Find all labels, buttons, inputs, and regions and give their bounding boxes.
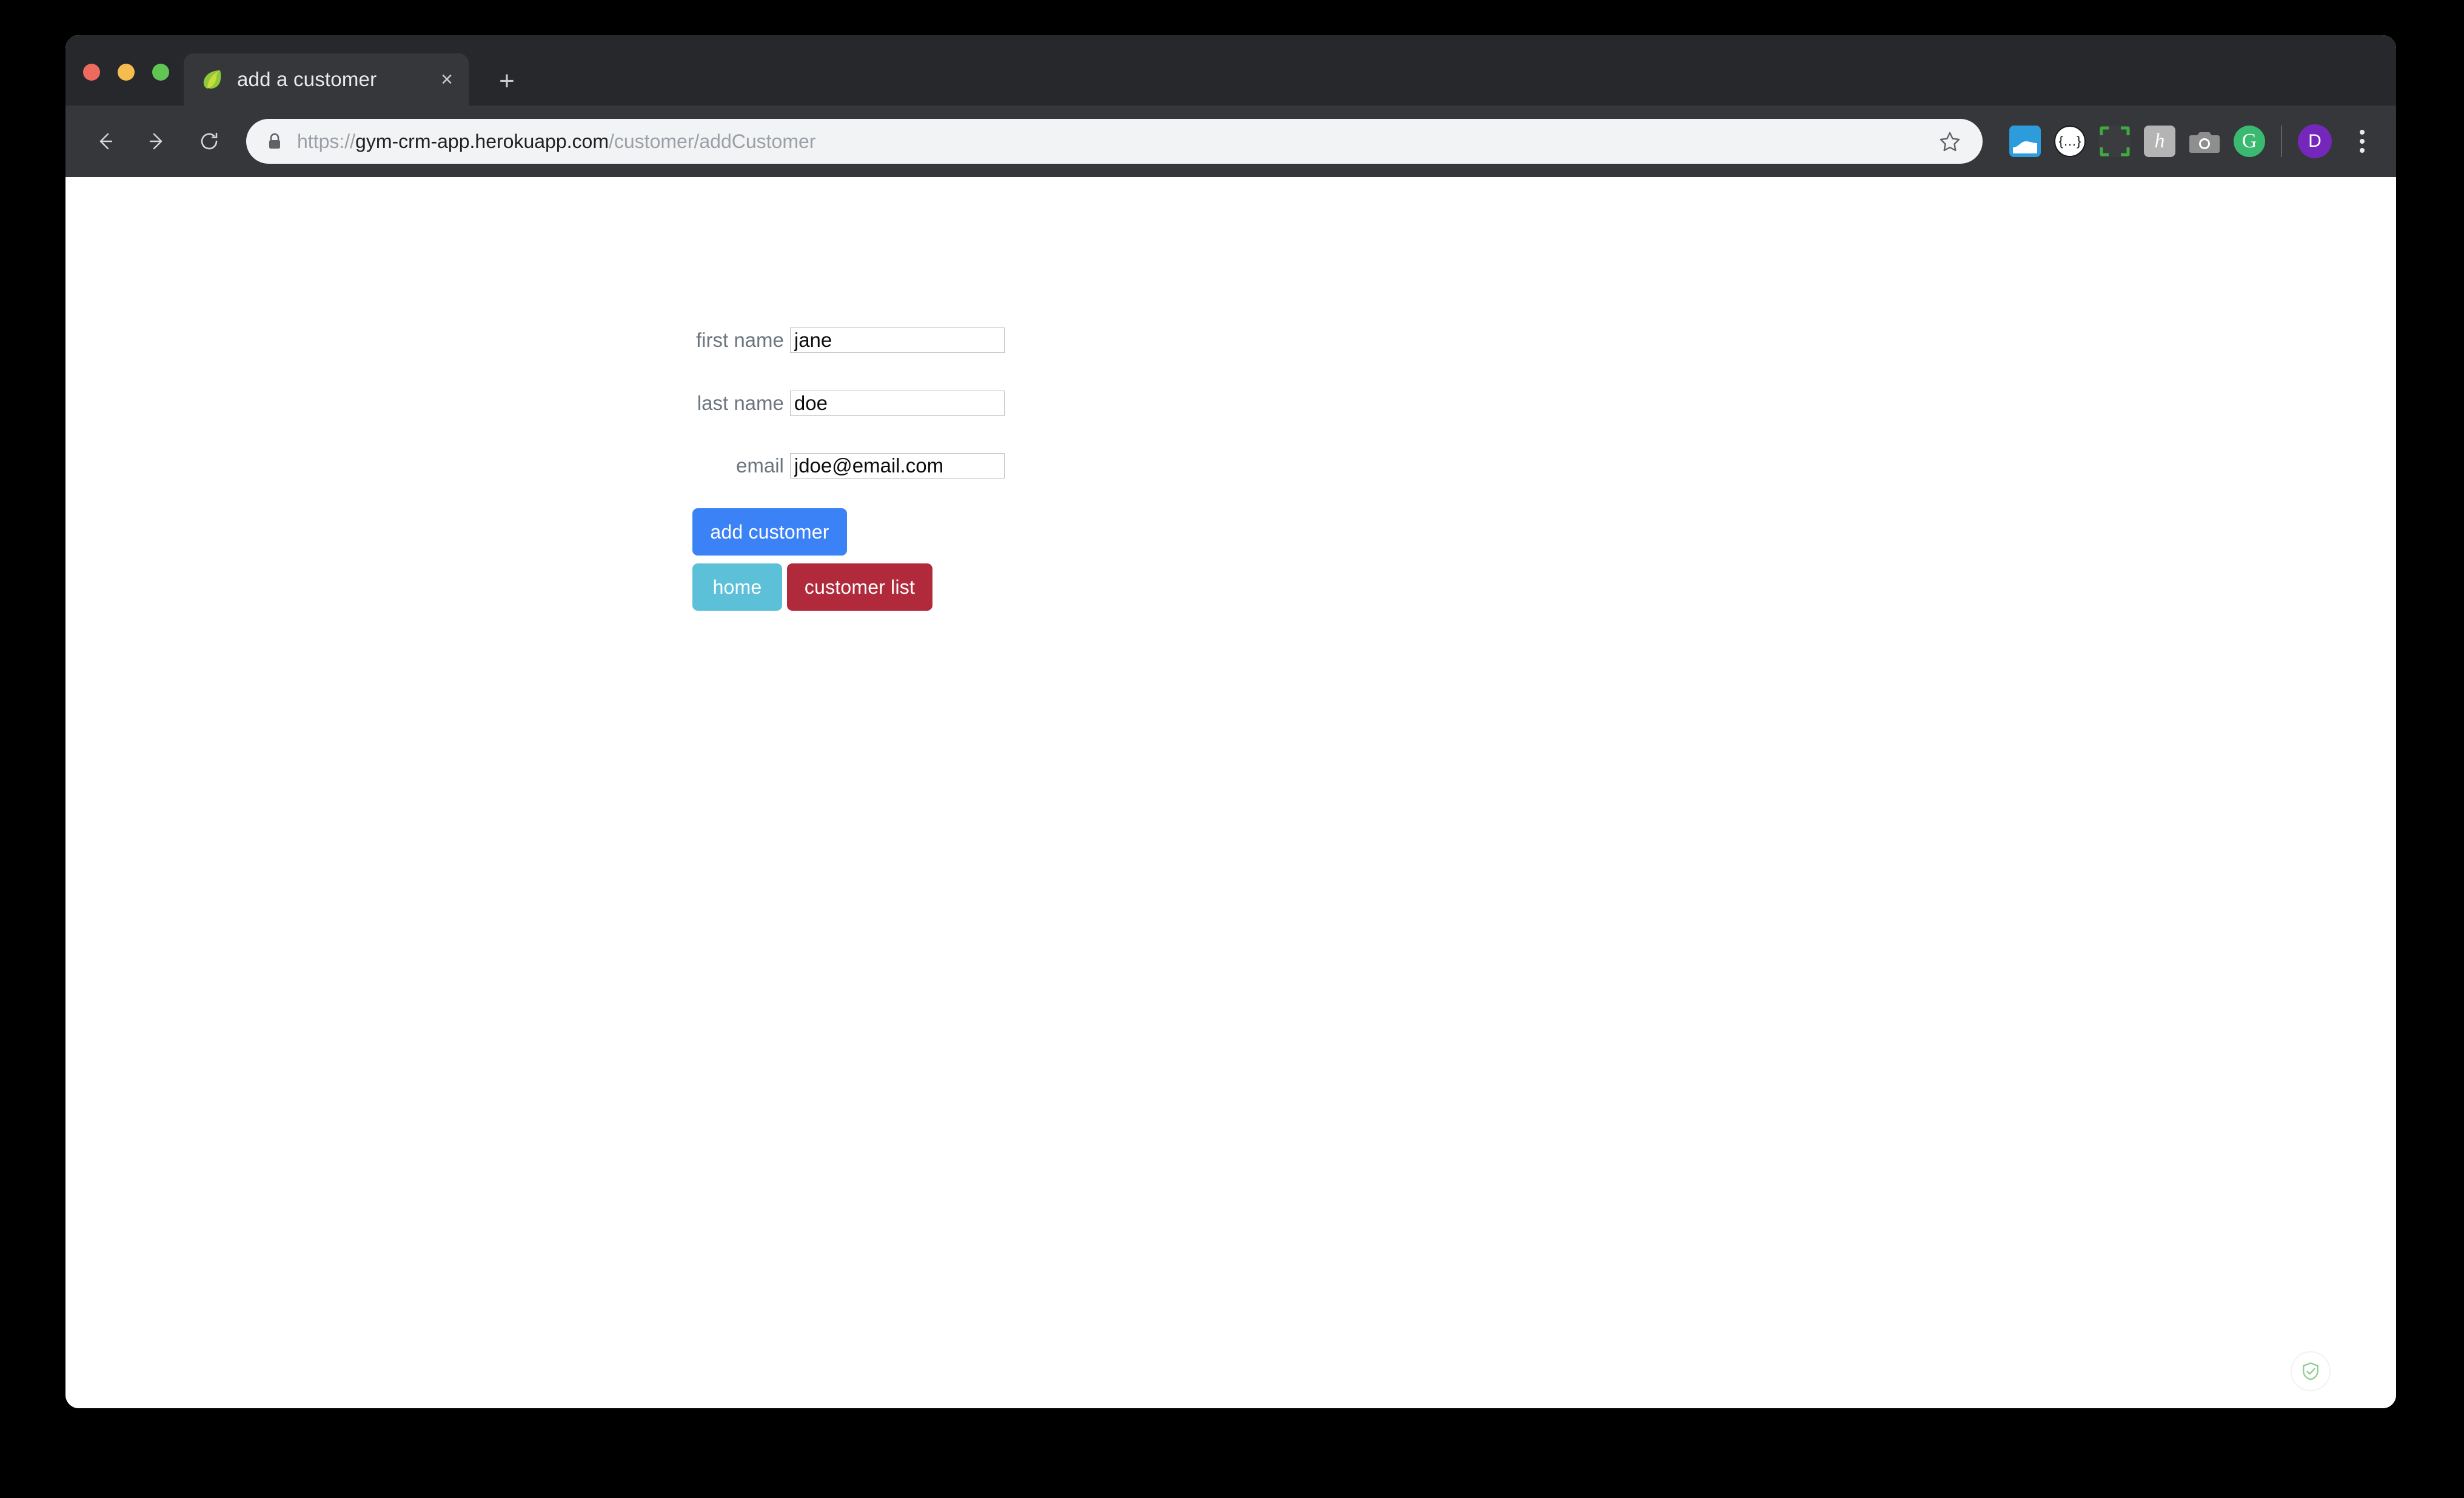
email-input[interactable] <box>789 453 1005 479</box>
first-name-row: first name <box>690 327 1005 353</box>
extension-grammarly-icon[interactable]: G <box>2234 126 2265 157</box>
tab-title: add a customer <box>237 68 377 90</box>
window-traffic-lights <box>83 64 169 81</box>
extension-screen-capture-icon[interactable] <box>2099 126 2131 157</box>
address-bar[interactable]: https://gym-crm-app.herokuapp.com/custom… <box>246 119 1983 164</box>
browser-toolbar: https://gym-crm-app.herokuapp.com/custom… <box>65 106 2396 177</box>
last-name-row: last name <box>690 391 1005 416</box>
three-dot-menu-icon[interactable] <box>2345 124 2379 158</box>
back-icon[interactable] <box>84 120 126 163</box>
home-button[interactable]: home <box>692 563 782 611</box>
url-text: https://gym-crm-app.herokuapp.com/custom… <box>297 130 816 152</box>
last-name-input[interactable] <box>789 391 1005 416</box>
customer-list-button[interactable]: customer list <box>787 563 932 611</box>
extension-camera-icon[interactable] <box>2189 126 2220 157</box>
reload-icon[interactable] <box>188 120 230 163</box>
window-minimize-button[interactable] <box>118 64 135 81</box>
extension-json-viewer-icon[interactable]: {…} <box>2054 126 2086 157</box>
extension-honey-icon[interactable]: h <box>2144 126 2175 157</box>
email-label: email <box>736 454 784 477</box>
tab-strip: add a customer × + <box>65 35 2396 106</box>
page-viewport: first name last name email add customer … <box>65 177 2396 1408</box>
extension-honey-label: h <box>2154 130 2165 152</box>
first-name-label: first name <box>696 329 784 351</box>
add-customer-button[interactable]: add customer <box>692 508 847 556</box>
email-row: email <box>690 453 1005 479</box>
extension-icons: {…} h G D <box>1996 124 2379 158</box>
tab-close-icon[interactable]: × <box>430 62 464 96</box>
first-name-input[interactable] <box>789 327 1005 353</box>
spring-leaf-icon <box>199 67 224 92</box>
forward-icon[interactable] <box>136 120 178 163</box>
profile-avatar[interactable]: D <box>2298 124 2332 158</box>
toolbar-divider <box>2281 126 2282 157</box>
extension-grammarly-label: G <box>2241 130 2257 152</box>
window-close-button[interactable] <box>83 64 100 81</box>
window-zoom-button[interactable] <box>152 64 169 81</box>
shield-check-icon[interactable] <box>2291 1351 2331 1391</box>
last-name-label: last name <box>697 392 784 414</box>
lock-icon <box>267 132 283 150</box>
browser-window: add a customer × + https://gym-crm-app.h… <box>65 35 2396 1408</box>
extension-json-viewer-label: {…} <box>2058 133 2081 149</box>
bookmark-star-icon[interactable] <box>1938 129 1962 153</box>
extension-blue-window-icon[interactable] <box>2009 126 2041 157</box>
browser-tab-add-a-customer[interactable]: add a customer × <box>184 53 469 106</box>
new-tab-button[interactable]: + <box>490 64 524 98</box>
